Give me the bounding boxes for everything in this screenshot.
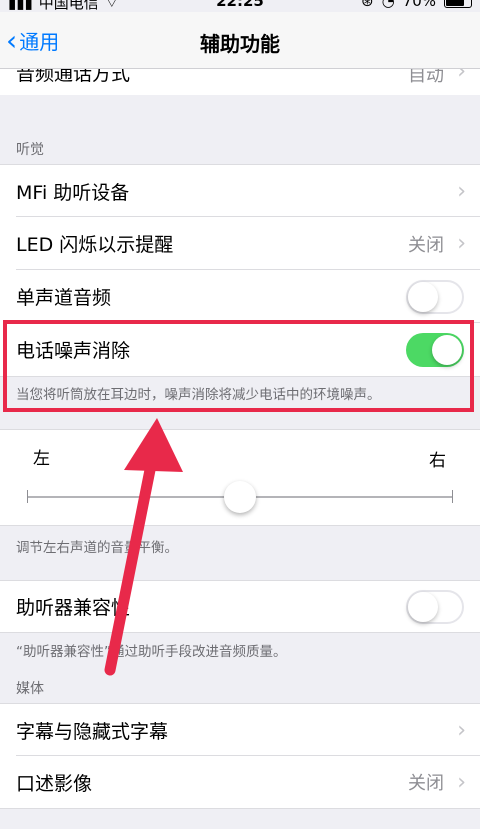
balance-left-label: 左 xyxy=(33,449,50,469)
toggle-knob xyxy=(408,281,438,312)
status-right: ⊛ ◔ 70% xyxy=(361,0,472,10)
audio-call-routing-value: 自动 xyxy=(408,69,444,86)
audio-descriptions-label: 口述影像 xyxy=(16,772,93,795)
noise-cancellation-footer: 当您将听筒放在耳边时，噪声消除将减少电话中的环境噪声。 xyxy=(16,387,381,403)
audio-descriptions-row[interactable]: 口述影像 关闭 › xyxy=(0,756,480,809)
balance-slider-row: 左 右 xyxy=(0,429,480,526)
noise-cancellation-label: 电话噪声消除 xyxy=(16,340,131,362)
chevron-right-icon: › xyxy=(457,717,466,743)
rotation-lock-icon: ⊛ xyxy=(360,0,374,10)
battery-icon xyxy=(444,0,472,8)
section-header-hearing: 听觉 xyxy=(16,142,44,158)
mono-audio-label: 单声道音频 xyxy=(16,287,112,309)
mono-audio-row: 单声道音频 xyxy=(0,270,480,323)
audio-call-routing-label: 音频通话方式 xyxy=(16,69,131,85)
toggle-knob xyxy=(408,591,438,622)
mono-audio-toggle[interactable] xyxy=(406,279,464,314)
audio-descriptions-value: 关闭 xyxy=(408,773,444,794)
battery-percent: 70% xyxy=(402,0,436,10)
chevron-right-icon: › xyxy=(457,178,466,204)
hearing-aid-compatibility-row: 助听器兼容性 xyxy=(0,580,480,633)
chevron-right-icon: › xyxy=(457,69,466,84)
balance-slider-thumb[interactable] xyxy=(224,481,256,513)
led-flash-value: 关闭 xyxy=(408,234,444,256)
balance-footer: 调节左右声道的音量平衡。 xyxy=(16,540,178,556)
page-title: 辅助功能 xyxy=(200,32,280,56)
mfi-hearing-devices-label: MFi 助听设备 xyxy=(16,181,130,204)
slider-tick-left xyxy=(27,490,28,503)
noise-cancellation-row: 电话噪声消除 xyxy=(0,323,480,376)
status-bar: ▮▮▮ 中国电信 ⌔ 22:25 ⊛ ◔ 70% xyxy=(0,0,480,12)
noise-cancellation-toggle[interactable] xyxy=(406,332,464,367)
hearing-aid-compatibility-toggle[interactable] xyxy=(406,589,464,624)
chevron-right-icon: › xyxy=(457,769,466,795)
hearing-aid-compatibility-label: 助听器兼容性 xyxy=(16,597,131,619)
toggle-knob xyxy=(432,334,462,365)
balance-right-label: 右 xyxy=(429,451,446,471)
subtitles-captioning-row[interactable]: 字幕与隐藏式字幕 › xyxy=(0,703,480,756)
slider-tick-right xyxy=(452,490,453,503)
alarm-icon: ◔ xyxy=(381,0,395,10)
section-header-media: 媒体 xyxy=(16,681,44,697)
led-flash-row[interactable]: LED 闪烁以示提醒 关闭 › xyxy=(0,217,480,270)
mfi-hearing-devices-row[interactable]: MFi 助听设备 › xyxy=(0,164,480,217)
led-flash-label: LED 闪烁以示提醒 xyxy=(16,234,174,256)
audio-call-routing-row[interactable]: 音频通话方式 自动 › xyxy=(0,69,480,95)
chevron-right-icon: › xyxy=(457,231,466,256)
navigation-bar: ‹ 通用 辅助功能 xyxy=(0,12,480,69)
hearing-aid-compatibility-footer: “助听器兼容性”通过助听手段改进音频质量。 xyxy=(16,644,287,660)
subtitles-captioning-label: 字幕与隐藏式字幕 xyxy=(16,720,169,743)
